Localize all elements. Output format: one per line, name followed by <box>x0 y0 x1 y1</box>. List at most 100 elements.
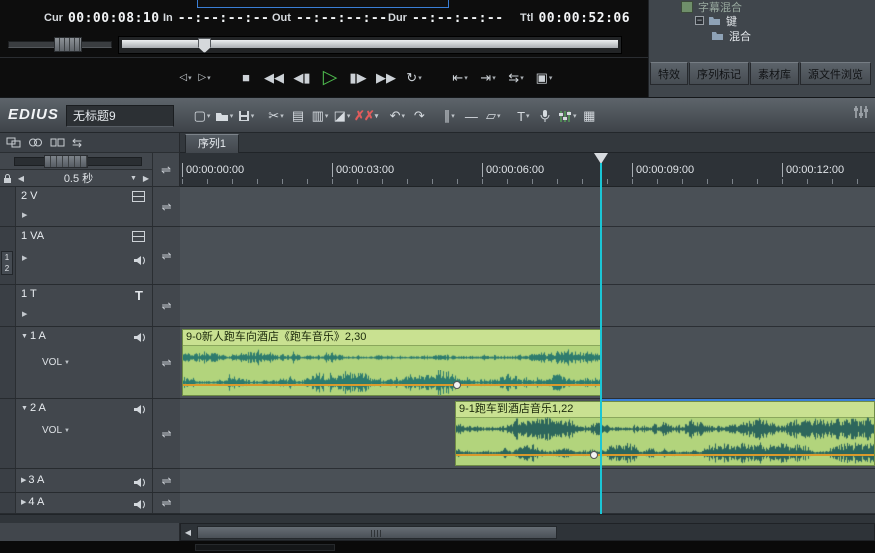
default-transition-button[interactable]: ▱▾ <box>483 104 503 128</box>
lane-1t[interactable] <box>180 285 875 327</box>
shuttle-slider[interactable] <box>8 37 112 50</box>
tree-item[interactable]: − 键 <box>649 13 875 28</box>
cut-button[interactable]: ✂▾ <box>266 104 286 128</box>
speaker-icon[interactable] <box>133 402 147 420</box>
track-patch-icon[interactable]: ⇌ <box>152 327 180 398</box>
undo-button[interactable]: ↶▾ <box>387 104 407 128</box>
goto-in-button[interactable]: ⇤▾ <box>448 65 472 91</box>
track-patch-icon[interactable]: ⇌ <box>152 493 180 513</box>
horizontal-scrollbar[interactable]: ◀ <box>180 523 875 541</box>
sync-mode-button[interactable] <box>28 137 43 148</box>
volume-keyframe[interactable] <box>590 451 598 459</box>
expand-arrow-icon[interactable]: ▶ <box>21 498 26 506</box>
volume-rubber-band[interactable] <box>183 384 600 386</box>
lane-2v[interactable] <box>180 187 875 227</box>
timeline-ruler[interactable]: 00:00:00:00 00:00:03:00 00:00:06:00 00:0… <box>180 153 875 187</box>
lane-4a[interactable] <box>180 493 875 514</box>
lane-2a[interactable]: 9-1跑车到酒店音乐1,22 <box>180 399 875 469</box>
volume-lane-selector[interactable]: VOL▼ <box>42 357 70 368</box>
fast-forward-button[interactable]: ▶▶ <box>374 65 398 91</box>
mark-out-button[interactable]: ▷▾ <box>197 65 212 91</box>
new-sequence-button[interactable]: ▢▾ <box>192 104 212 128</box>
timecode-value[interactable]: --:--:--:-- <box>178 11 270 26</box>
collapse-arrow-icon[interactable]: ▼ <box>21 405 28 412</box>
sequence-tab[interactable]: 序列1 <box>185 134 239 153</box>
timecode-value[interactable]: --:--:--:-- <box>296 11 388 26</box>
paste-button[interactable]: ▥▾ <box>310 104 330 128</box>
volume-rubber-band[interactable] <box>456 454 874 456</box>
video-thumbnail-icon[interactable] <box>132 231 145 242</box>
speaker-icon[interactable] <box>133 253 147 271</box>
redo-button[interactable]: ↷ <box>409 104 429 128</box>
zoom-slider-handle[interactable] <box>44 155 88 168</box>
open-project-button[interactable]: ▾ <box>214 104 234 128</box>
timecode-value[interactable]: --:--:--:-- <box>412 11 504 26</box>
export-button[interactable]: ▣▾ <box>532 65 556 91</box>
expand-arrow-icon[interactable]: ▶ <box>22 211 27 219</box>
video-thumbnail-icon[interactable] <box>132 191 145 202</box>
scale-dropdown-icon[interactable]: ▼ <box>130 175 140 182</box>
track-header-3a[interactable]: ▶3 A ⇌ <box>0 469 180 493</box>
position-scrubber[interactable] <box>118 36 622 54</box>
voice-over-button[interactable] <box>535 104 555 128</box>
timecode-value[interactable]: 00:00:52:06 <box>538 11 630 26</box>
audio-channel-badge[interactable]: 1 2 <box>1 251 13 275</box>
track-header-1a[interactable]: ▼1 A VOL▼ ⇌ <box>0 327 180 399</box>
audio-clip-1[interactable]: 9-0新人跑车向酒店《跑车音乐》2,30 <box>182 329 601 396</box>
track-patch-icon[interactable]: ⇌ <box>152 227 180 284</box>
rewind-button[interactable]: ◀◀ <box>262 65 286 91</box>
speaker-icon[interactable] <box>133 497 147 515</box>
palette-tab[interactable]: 素材库 <box>750 62 799 85</box>
title-track-icon[interactable]: T <box>135 288 143 303</box>
expand-arrow-icon[interactable]: ▶ <box>22 310 27 318</box>
insert-mode-button[interactable] <box>6 137 21 148</box>
scale-prev-button[interactable]: ◀ <box>15 174 27 183</box>
collapse-icon[interactable]: − <box>695 16 704 25</box>
delete-button[interactable]: ✗✗▾ <box>354 104 377 128</box>
scrollbar-thumb[interactable] <box>197 526 557 539</box>
lane-3a[interactable] <box>180 469 875 493</box>
jump-mode-button[interactable]: ⇆▾ <box>504 65 528 91</box>
audio-mixer-button[interactable]: ▾ <box>557 104 577 128</box>
scale-next-button[interactable]: ▶ <box>140 174 152 183</box>
set-marker-button[interactable]: — <box>461 104 481 128</box>
speaker-icon[interactable] <box>133 330 147 348</box>
track-patch-icon[interactable]: ⇌ <box>152 285 180 326</box>
title-button[interactable]: T▾ <box>513 104 533 128</box>
palette-tab[interactable]: 特效 <box>650 62 688 85</box>
palette-tab[interactable]: 源文件浏览 <box>800 62 871 85</box>
volume-lane-selector[interactable]: VOL▼ <box>42 425 70 436</box>
expand-arrow-icon[interactable]: ▶ <box>21 476 26 484</box>
step-forward-button[interactable]: ▮▶ <box>346 65 370 91</box>
swap-tracks-button[interactable]: ⇆ <box>72 136 82 150</box>
scale-value[interactable]: 0.5 秒 <box>27 170 130 186</box>
grid-button[interactable]: ▦ <box>579 104 599 128</box>
track-patch-icon[interactable]: ⇌ <box>152 187 180 226</box>
ripple-mode-button[interactable] <box>50 137 65 148</box>
track-patch-icon[interactable]: ⇌ <box>152 469 180 492</box>
lane-1va[interactable] <box>180 227 875 285</box>
shuttle-handle[interactable] <box>54 37 82 52</box>
track-header-1t[interactable]: 1 T ▶ T ⇌ <box>0 285 180 327</box>
track-header-4a[interactable]: ▶4 A ⇌ <box>0 493 180 514</box>
track-patch-header-icon[interactable]: ⇌ <box>152 153 180 187</box>
goto-out-button[interactable]: ⇥▾ <box>476 65 500 91</box>
expand-arrow-icon[interactable]: ▶ <box>22 254 27 262</box>
ripple-lock-icon[interactable] <box>0 173 15 184</box>
palette-tab[interactable]: 序列标记 <box>689 62 749 85</box>
scrubber-handle[interactable] <box>198 38 211 53</box>
track-header-2v[interactable]: 2 V ▶ ⇌ <box>0 187 180 227</box>
scroll-left-arrow[interactable]: ◀ <box>182 526 194 539</box>
speaker-icon[interactable] <box>133 475 147 493</box>
stop-button[interactable]: ■ <box>234 65 258 91</box>
loop-button[interactable]: ↻▾ <box>402 65 426 91</box>
replace-button[interactable]: ◪▾ <box>332 104 352 128</box>
volume-keyframe[interactable] <box>453 381 461 389</box>
track-patch-icon[interactable]: ⇌ <box>152 399 180 468</box>
track-header-2a[interactable]: ▼2 A VOL▼ ⇌ <box>0 399 180 469</box>
tree-item[interactable]: 混合 <box>649 28 875 43</box>
timecode-value[interactable]: 00:00:08:10 <box>68 11 160 26</box>
save-project-button[interactable]: ▾ <box>236 104 256 128</box>
step-back-button[interactable]: ◀▮ <box>290 65 314 91</box>
mark-in-button[interactable]: ◁▾ <box>178 65 193 91</box>
